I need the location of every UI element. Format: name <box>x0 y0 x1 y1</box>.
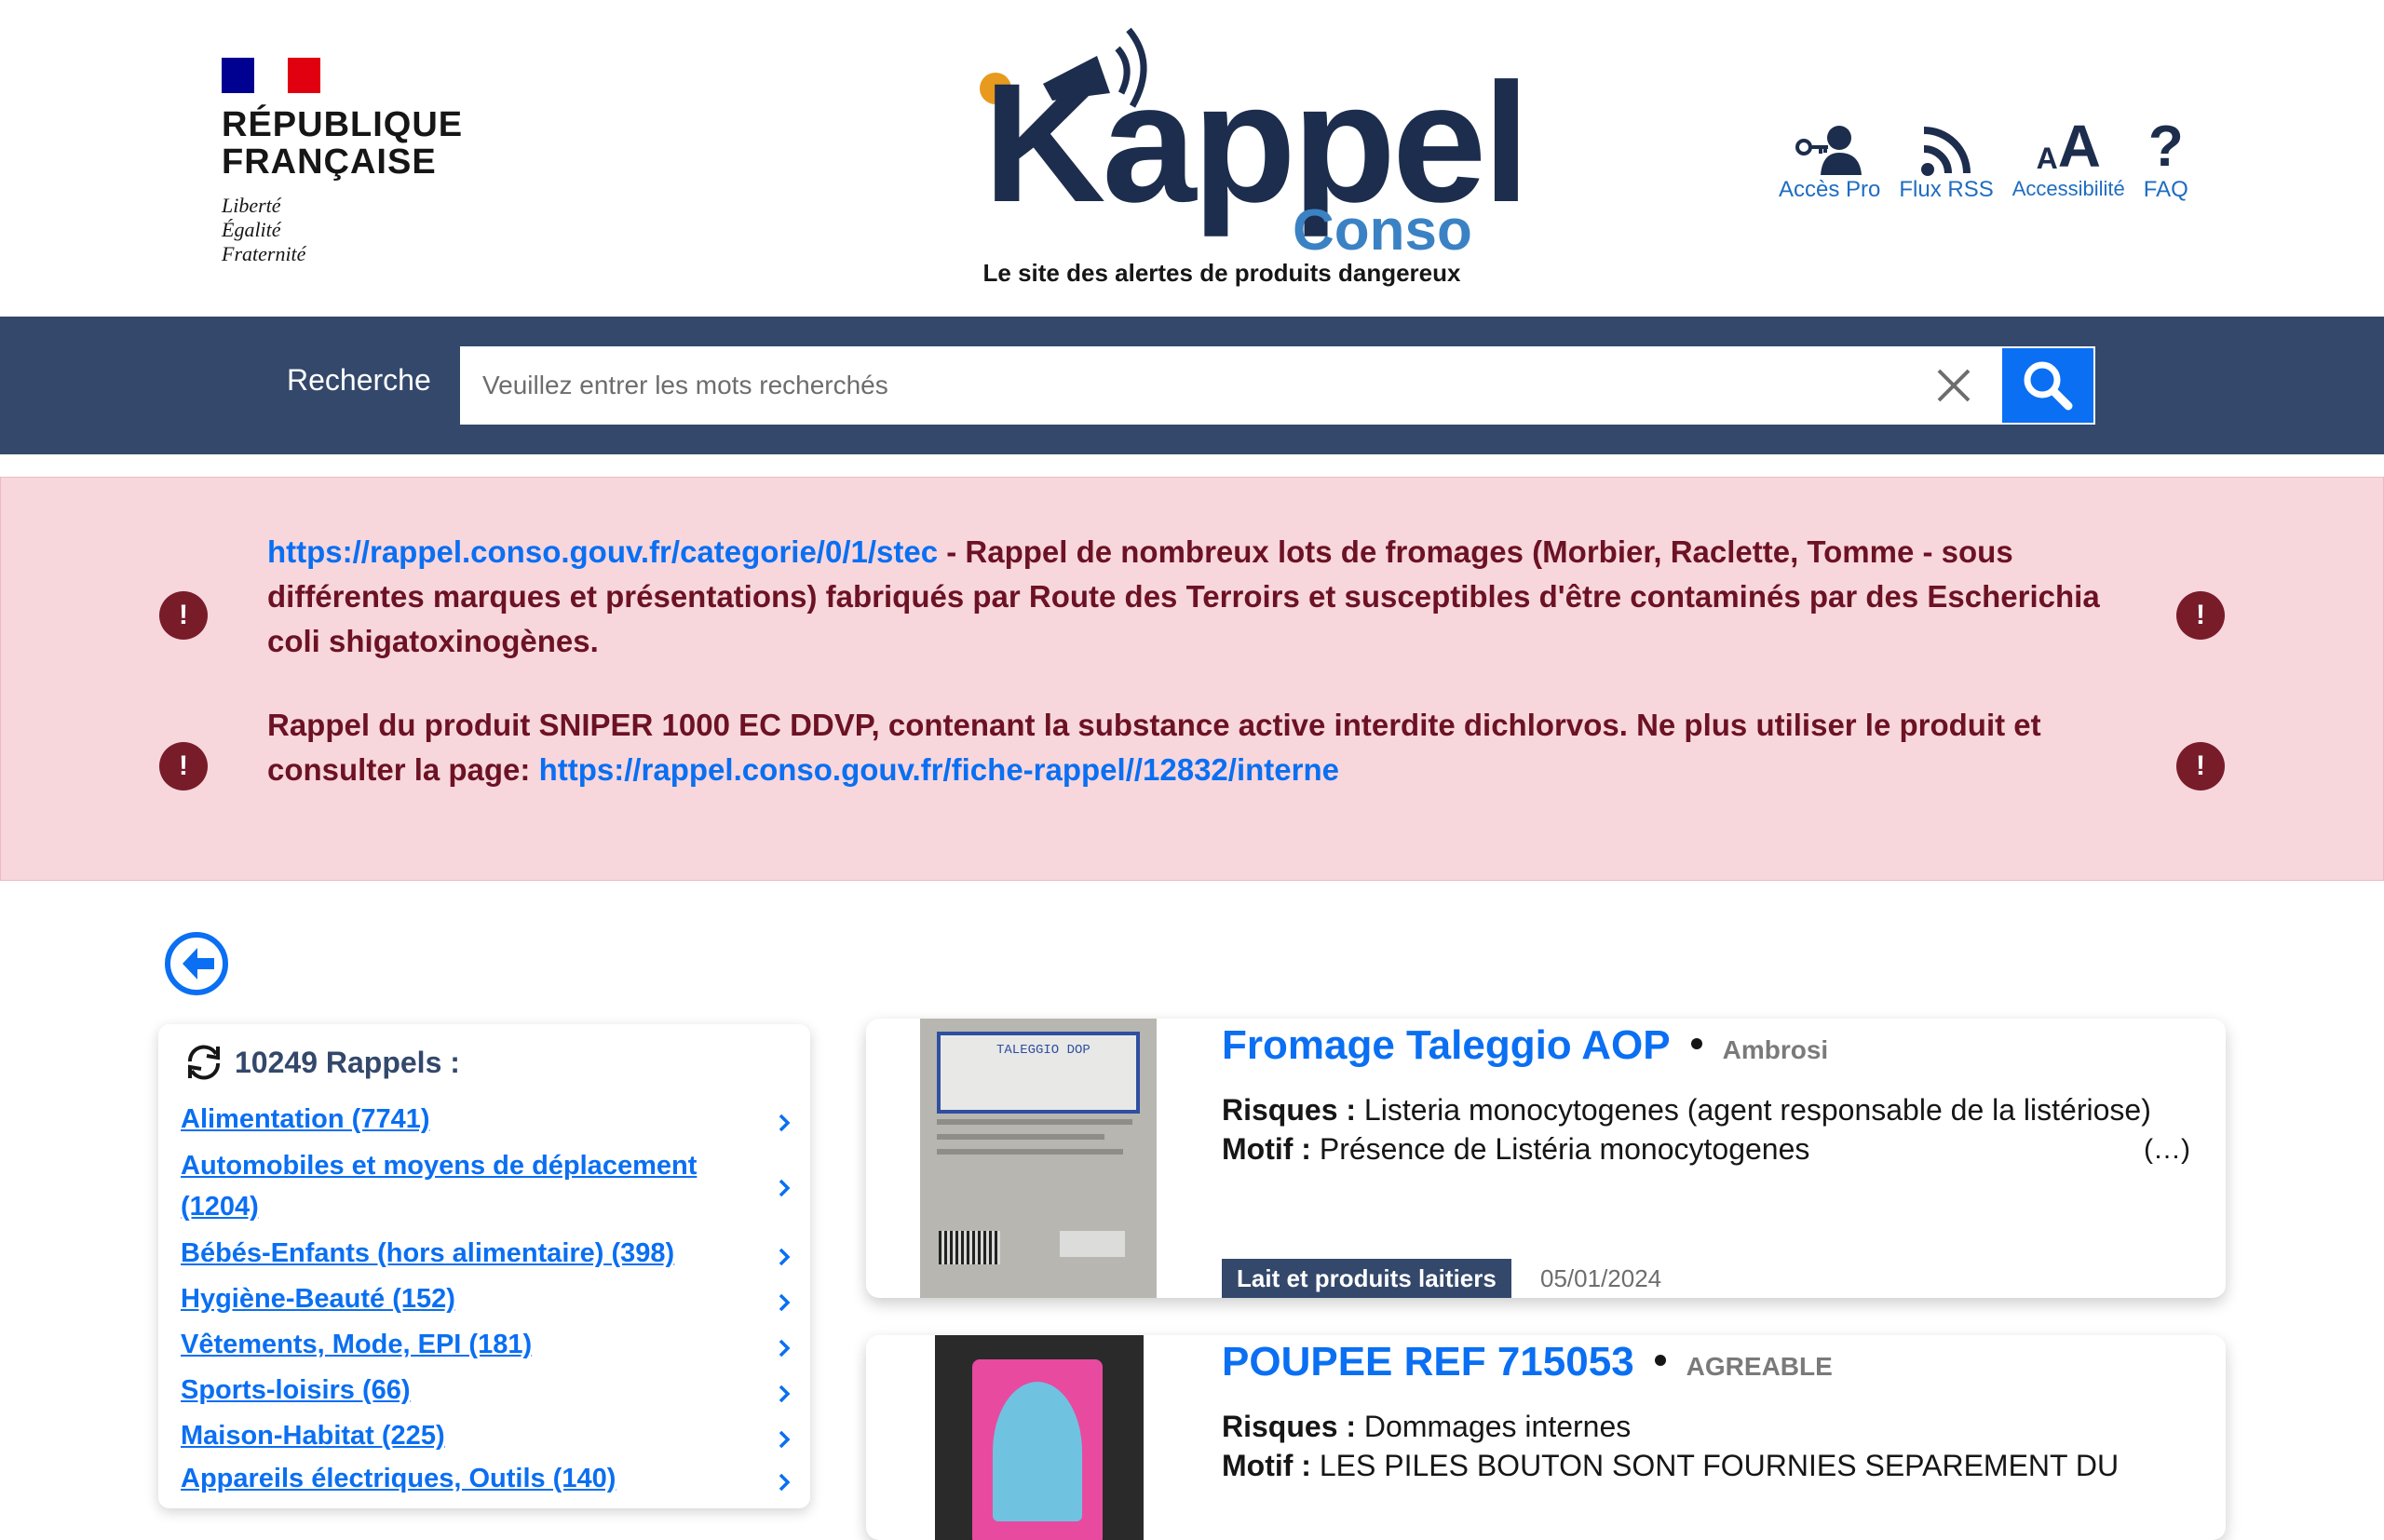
doll-figure <box>993 1382 1082 1521</box>
header-tools: Accès Pro Flux RSS AA Accessibilité ? FA… <box>1769 112 2198 203</box>
category-link[interactable]: Appareils électriques, Outils (140) <box>181 1458 721 1499</box>
recall-card[interactable]: POUPEE REF 715053 AGREABLE Risques : Dom… <box>866 1335 2226 1540</box>
tool-label: Flux RSS <box>1899 177 1994 202</box>
rf-title: RÉPUBLIQUE FRANÇAISE <box>222 105 464 182</box>
product-label-text: TALEGGIO DOP <box>996 1043 1090 1058</box>
category-item[interactable]: Hygiène-Beauté (152) <box>181 1278 791 1319</box>
category-link[interactable]: Vêtements, Mode, EPI (181) <box>181 1324 721 1365</box>
motif-row: Motif : Présence de Listéria monocytogen… <box>1222 1132 1810 1166</box>
search-bar: Recherche <box>0 317 2384 454</box>
refresh-icon[interactable] <box>181 1039 227 1086</box>
category-item[interactable]: Bébés-Enfants (hors alimentaire) (398) <box>181 1233 791 1274</box>
clear-search-icon[interactable] <box>1931 363 1976 408</box>
rf-motto: Liberté Égalité Fraternité <box>222 194 306 265</box>
search-icon <box>2024 361 2073 411</box>
recall-date: 05/01/2024 <box>1540 1264 1662 1292</box>
product-name-link[interactable]: Fromage Taleggio AOP <box>1222 1022 1671 1069</box>
alert-exclamation-icon: ! <box>2176 591 2225 640</box>
tool-label: FAQ <box>2143 177 2188 202</box>
chevron-right-icon <box>779 1248 791 1266</box>
recall-count: 10249 Rappels : <box>235 1045 460 1079</box>
decorative-line <box>937 1119 1132 1125</box>
price-sticker <box>1060 1231 1125 1257</box>
logo-sub: Conso <box>1293 198 1472 263</box>
rss-icon <box>1920 112 1972 177</box>
alert-link[interactable]: https://rappel.conso.gouv.fr/categorie/0… <box>267 534 938 569</box>
acces-pro-link[interactable]: Accès Pro <box>1779 112 1880 203</box>
card-title: Fromage Taleggio AOP Ambrosi <box>1222 1022 1828 1069</box>
faq-link[interactable]: ? FAQ <box>2144 112 2188 203</box>
category-link[interactable]: Maison-Habitat (225) <box>181 1415 721 1456</box>
accessibilite-link[interactable]: AA Accessibilité <box>2012 112 2125 203</box>
decorative-line <box>937 1134 1104 1140</box>
chevron-right-icon <box>779 1293 791 1312</box>
motif-row: Motif : LES PILES BOUTON SONT FOURNIES S… <box>1222 1449 2120 1482</box>
alert-exclamation-icon: ! <box>2176 742 2225 790</box>
chevron-right-icon <box>779 1339 791 1358</box>
category-link[interactable]: Hygiène-Beauté (152) <box>181 1278 721 1319</box>
chevron-right-icon <box>779 1179 791 1197</box>
chevron-right-icon <box>779 1430 791 1449</box>
alert-link[interactable]: https://rappel.conso.gouv.fr/fiche-rappe… <box>539 752 1339 787</box>
category-link[interactable]: Automobiles et moyens de déplacement (12… <box>181 1145 721 1227</box>
decorative-line <box>937 1149 1123 1155</box>
recall-card[interactable]: TALEGGIO DOP Fromage Taleggio AOP Ambros… <box>866 1019 2226 1298</box>
category-item[interactable]: Sports-loisirs (66) <box>181 1370 791 1411</box>
chevron-right-icon <box>779 1473 791 1492</box>
chevron-right-icon <box>779 1114 791 1132</box>
question-icon: ? <box>2147 115 2184 179</box>
site-header: RÉPUBLIQUE FRANÇAISE Liberté Égalité Fra… <box>0 0 2384 317</box>
alert-banner: ! https://rappel.conso.gouv.fr/categorie… <box>0 477 2384 881</box>
category-badge: Lait et produits laitiers <box>1222 1259 1511 1298</box>
category-item[interactable]: Vêtements, Mode, EPI (181) <box>181 1324 791 1365</box>
bullet-separator <box>1690 1038 1702 1049</box>
text-size-icon: AA <box>2036 113 2101 180</box>
marianne-flag-icon <box>222 58 320 93</box>
alert-item: Rappel du produit SNIPER 1000 EC DDVP, c… <box>267 703 2130 792</box>
product-image[interactable] <box>935 1335 1144 1540</box>
category-link[interactable]: Alimentation (7741) <box>181 1099 721 1140</box>
alert-item: https://rappel.conso.gouv.fr/categorie/0… <box>267 530 2130 664</box>
bullet-separator <box>1654 1355 1666 1366</box>
chevron-right-icon <box>779 1385 791 1403</box>
search-label: Recherche <box>287 363 431 397</box>
site-tagline: Le site des alertes de produits dangereu… <box>982 259 1461 287</box>
back-arrow-icon[interactable] <box>164 931 229 996</box>
category-item[interactable]: Alimentation (7741) <box>181 1099 791 1140</box>
search-input[interactable] <box>460 346 2000 425</box>
product-label-box: TALEGGIO DOP <box>937 1032 1140 1114</box>
category-item[interactable]: Appareils électriques, Outils (140) <box>181 1458 791 1499</box>
user-key-icon <box>1793 112 1867 177</box>
risk-row: Risques : Listeria monocytogenes (agent … <box>1222 1093 2151 1127</box>
republique-francaise-logo[interactable]: RÉPUBLIQUE FRANÇAISE Liberté Égalité Fra… <box>222 58 463 266</box>
tool-label: Accessibilité <box>2012 177 2125 200</box>
search-button[interactable] <box>2000 346 2095 425</box>
risk-row: Risques : Dommages internes <box>1222 1410 1632 1443</box>
flux-rss-link[interactable]: Flux RSS <box>1899 112 1994 203</box>
recall-count-heading: 10249 Rappels : <box>181 1039 460 1086</box>
rappel-conso-logo[interactable]: Kappel Conso Le site des alertes de prod… <box>968 19 1530 289</box>
product-image[interactable]: TALEGGIO DOP <box>920 1019 1157 1298</box>
tool-label: Accès Pro <box>1779 177 1881 202</box>
product-brand: AGREABLE <box>1686 1352 1833 1381</box>
product-name-link[interactable]: POUPEE REF 715053 <box>1222 1339 1634 1385</box>
category-item[interactable]: Maison-Habitat (225) <box>181 1415 791 1456</box>
product-brand: Ambrosi <box>1722 1035 1829 1064</box>
barcode <box>939 1231 1000 1264</box>
category-item[interactable]: Automobiles et moyens de déplacement (12… <box>181 1145 791 1227</box>
category-link[interactable]: Sports-loisirs (66) <box>181 1370 721 1411</box>
more-indicator[interactable]: (…) <box>2144 1134 2190 1166</box>
alert-exclamation-icon: ! <box>159 591 208 640</box>
category-link[interactable]: Bébés-Enfants (hors alimentaire) (398) <box>181 1233 721 1274</box>
alert-exclamation-icon: ! <box>159 742 208 790</box>
card-title: POUPEE REF 715053 AGREABLE <box>1222 1339 1833 1385</box>
category-sidebar: 10249 Rappels : Alimentation (7741) Auto… <box>158 1024 810 1508</box>
